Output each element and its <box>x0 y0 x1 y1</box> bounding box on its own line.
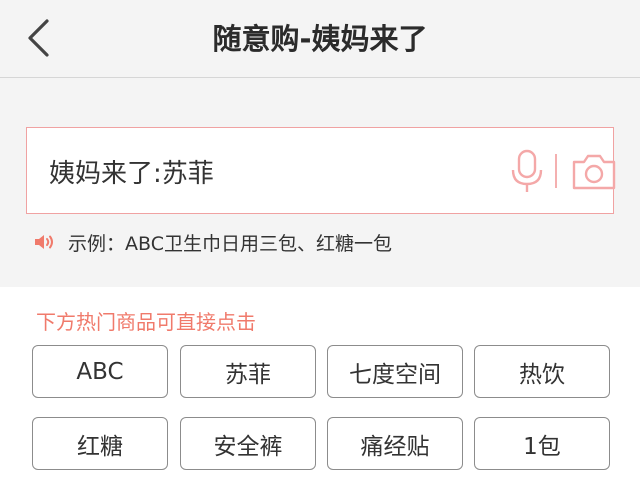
page-title: 随意购-姨妈来了 <box>212 22 428 56</box>
hot-tag-cramp-patch[interactable]: 痛经贴 <box>327 417 463 470</box>
search-input[interactable] <box>47 148 467 194</box>
voice-input-button[interactable] <box>507 148 547 196</box>
hot-items-hint: 下方热门商品可直接点击 <box>36 310 256 334</box>
back-button[interactable] <box>18 16 58 60</box>
search-box <box>26 127 616 214</box>
hot-tag-abc[interactable]: ABC <box>32 345 168 398</box>
microphone-icon <box>511 149 543 192</box>
hot-tag-one-pack[interactable]: 1包 <box>474 417 610 470</box>
speaker-icon <box>35 235 53 249</box>
hot-tag-hot-drink[interactable]: 热饮 <box>474 345 610 398</box>
hot-tag-safety-pants[interactable]: 安全裤 <box>180 417 316 470</box>
camera-button[interactable] <box>570 150 618 194</box>
camera-icon <box>572 154 616 190</box>
hot-tag-space7[interactable]: 七度空间 <box>327 345 463 398</box>
hot-tag-sofy[interactable]: 苏菲 <box>180 345 316 398</box>
search-divider <box>555 154 557 188</box>
chevron-left-icon <box>28 19 49 57</box>
example-row: 示例：ABC卫生巾日用三包、红糖一包 <box>32 228 392 256</box>
top-bar: 随意购-姨妈来了 <box>0 0 640 78</box>
example-text: 示例：ABC卫生巾日用三包、红糖一包 <box>68 232 392 255</box>
hot-tag-brown-sugar[interactable]: 红糖 <box>32 417 168 470</box>
